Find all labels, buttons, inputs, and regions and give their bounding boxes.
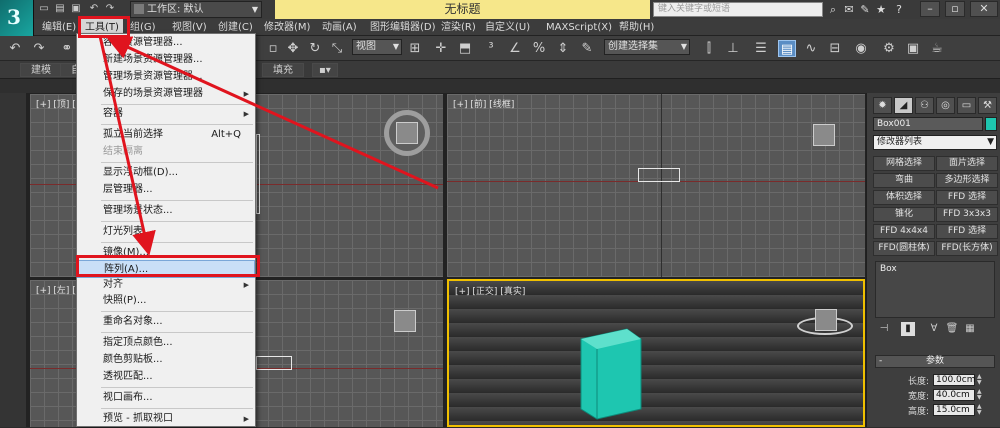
param-value-field[interactable]: 100.0cm — [933, 374, 975, 386]
modifier-button[interactable]: FFD 3x3x3 — [936, 207, 998, 222]
display-tab-icon[interactable]: ▭ — [957, 97, 976, 114]
modifier-button[interactable]: FFD(圆柱体) — [873, 241, 935, 256]
stack-item[interactable]: Box — [880, 264, 897, 274]
configure-sets-icon[interactable]: ▦ — [963, 322, 977, 336]
motion-tab-icon[interactable]: ◎ — [936, 97, 955, 114]
modifier-button[interactable]: FFD 选择 — [936, 224, 998, 239]
modifier-button[interactable]: 多边形选择 — [936, 173, 998, 188]
param-label: 长度: — [907, 377, 929, 387]
param-width: 宽度: 40.0cm ▲ ▼ — [875, 389, 999, 403]
create-tab-icon[interactable]: ✹ — [873, 97, 892, 114]
modifier-button[interactable]: 体积选择 — [873, 190, 935, 205]
modifier-button[interactable]: FFD(长方体) — [936, 241, 998, 256]
spinner-icon[interactable]: ▲ ▼ — [977, 389, 984, 401]
hierarchy-tab-icon[interactable]: ⚇ — [915, 97, 934, 114]
spinner-icon[interactable]: ▲ ▼ — [977, 374, 984, 386]
param-label: 宽度: — [907, 392, 929, 402]
modifier-button[interactable]: 锥化 — [873, 207, 935, 222]
modifier-button[interactable]: FFD 4x4x4 — [873, 224, 935, 239]
annotation-arrows — [98, 35, 439, 256]
param-length: 长度: 100.0cm ▲ ▼ — [875, 374, 999, 388]
modify-tab-icon[interactable]: ◢ — [894, 97, 913, 114]
param-label: 高度: — [907, 407, 929, 417]
pin-stack-icon[interactable]: ⊣ — [877, 322, 891, 336]
parameters-rollout-header[interactable]: - 参数 — [875, 355, 995, 368]
modifier-button[interactable]: FFD 选择 — [936, 190, 998, 205]
object-color-swatch[interactable] — [985, 117, 997, 131]
annotation-arrow — [98, 35, 156, 256]
make-unique-icon[interactable]: ∀ — [927, 322, 941, 336]
param-height: 高度: 15.0cm ▲ ▼ — [875, 404, 999, 418]
collapse-icon: - — [879, 356, 883, 366]
modifier-list-label: 修改器列表 — [877, 137, 923, 147]
modifier-button[interactable]: 面片选择 — [936, 156, 998, 171]
command-panel: ✹ ◢ ⚇ ◎ ▭ ⚒ Box001 修改器列表 ▼ 网格选择 面片选择 弯曲 … — [866, 93, 1000, 427]
modifier-button[interactable]: 弯曲 — [873, 173, 935, 188]
modifier-button[interactable]: 网格选择 — [873, 156, 935, 171]
chevron-down-icon: ▼ — [987, 137, 994, 147]
annotation-arrow — [106, 36, 439, 190]
modifier-stack[interactable]: Box — [875, 261, 995, 318]
object-name-field[interactable]: Box001 — [873, 117, 983, 131]
remove-modifier-icon[interactable]: 🗑 — [945, 322, 959, 336]
parameters-title: 参数 — [925, 356, 944, 366]
param-value-field[interactable]: 15.0cm — [933, 404, 975, 416]
spinner-icon[interactable]: ▲ ▼ — [977, 404, 984, 416]
param-value-field[interactable]: 40.0cm — [933, 389, 975, 401]
utilities-tab-icon[interactable]: ⚒ — [978, 97, 997, 114]
modifier-list-select[interactable]: 修改器列表 ▼ — [873, 135, 997, 150]
show-end-result-icon[interactable]: ▮ — [901, 322, 915, 336]
